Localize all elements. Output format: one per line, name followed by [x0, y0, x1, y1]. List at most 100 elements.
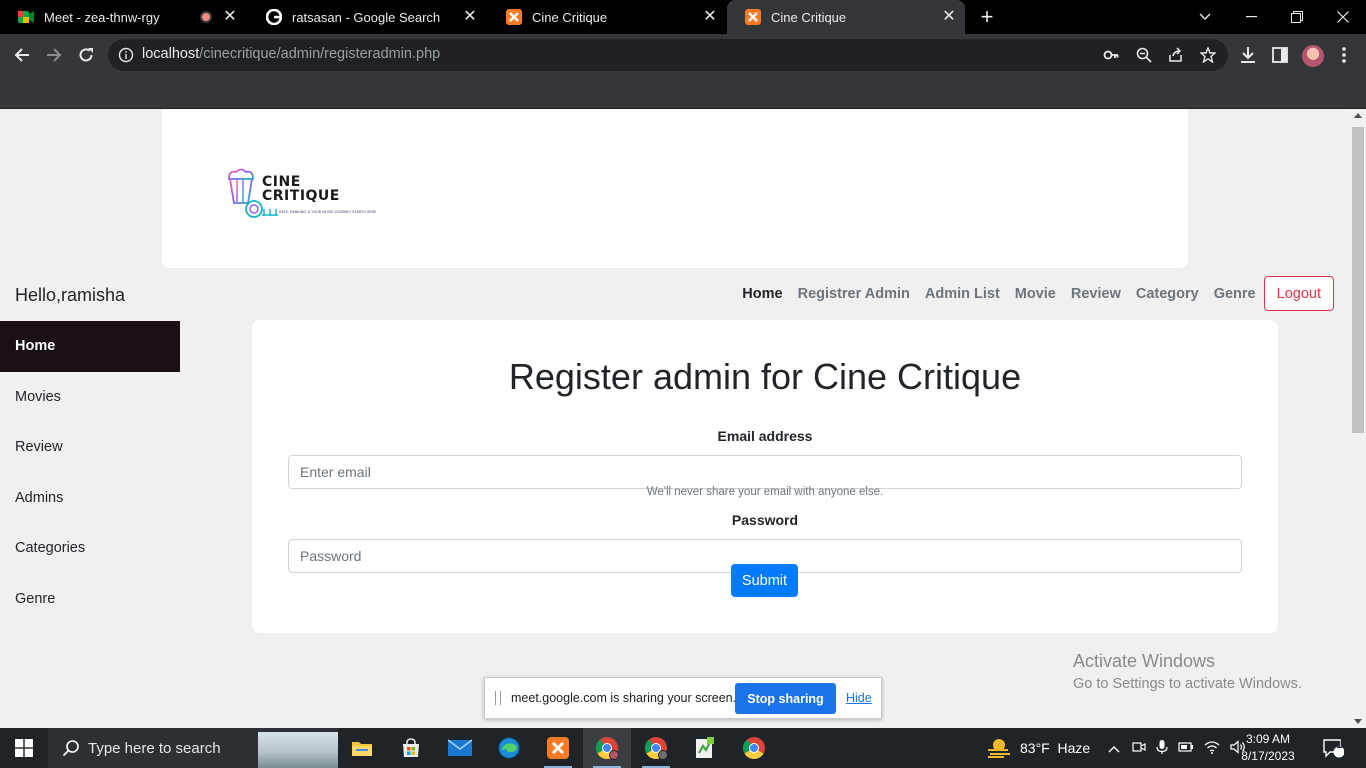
browser-toolbar: localhost/cinecritique/admin/registeradm…: [0, 34, 1366, 76]
site-info-icon[interactable]: [118, 47, 134, 63]
bookmark-star-icon[interactable]: [1199, 46, 1217, 64]
clock-date: 8/17/2023: [1241, 749, 1295, 763]
kebab-menu-icon[interactable]: [1334, 45, 1354, 65]
side-panel-icon[interactable]: [1270, 45, 1290, 65]
tab-cine-critique-1[interactable]: Cine Critique ✕: [488, 0, 726, 34]
xampp-icon: [745, 9, 761, 25]
close-tab-icon[interactable]: ✕: [702, 9, 718, 25]
taskbar-clock[interactable]: 3:09 AM 8/17/2023: [1220, 731, 1316, 765]
windows-taskbar: Type here to search 83°F Haze 3:09 AM 8/…: [0, 728, 1366, 768]
scroll-up-arrow-icon[interactable]: [1354, 113, 1362, 118]
site-header-banner: CINE CRITIQUE RATE, RANKING, & YOUR MOVI…: [162, 109, 1188, 268]
taskbar-search-placeholder: Type here to search: [88, 740, 221, 757]
tab-title: Cine Critique: [771, 9, 847, 25]
sidebar-item-admins[interactable]: Admins: [0, 473, 180, 524]
top-navigation: Home Registrer Admin Admin List Movie Re…: [727, 276, 1334, 311]
tab-search-chevron-icon[interactable]: [1182, 0, 1228, 34]
meet-camera-icon[interactable]: [1132, 740, 1146, 757]
minimize-button[interactable]: [1228, 0, 1274, 34]
restore-button[interactable]: [1274, 0, 1320, 34]
scrollbar-thumb[interactable]: [1352, 127, 1364, 433]
google-meet-icon: [18, 9, 34, 25]
notification-center-icon[interactable]: 1: [1322, 728, 1344, 768]
chrome-icon[interactable]: [730, 728, 778, 768]
greeting-text: Hello,ramisha: [15, 285, 126, 305]
tab-cine-critique-active[interactable]: Cine Critique ✕: [727, 0, 965, 34]
email-label: Email address: [717, 428, 813, 444]
zoom-icon[interactable]: [1136, 47, 1152, 63]
share-icon[interactable]: [1168, 47, 1184, 63]
nav-category[interactable]: Category: [1136, 286, 1199, 302]
forward-arrow-icon[interactable]: [42, 43, 66, 67]
nav-admin-list[interactable]: Admin List: [925, 286, 1000, 302]
drag-handle-icon[interactable]: [495, 691, 501, 705]
taskbar-search-box[interactable]: Type here to search: [48, 728, 338, 768]
close-tab-icon[interactable]: ✕: [222, 9, 238, 25]
sidebar-item-home[interactable]: Home: [0, 321, 180, 372]
sidebar-item-categories[interactable]: Categories: [0, 523, 180, 574]
battery-icon[interactable]: [1178, 740, 1194, 756]
watermark-title: Activate Windows: [1073, 651, 1216, 671]
sidebar-item-movies[interactable]: Movies: [0, 372, 180, 423]
nav-movie[interactable]: Movie: [1015, 286, 1056, 302]
microsoft-store-icon[interactable]: [387, 728, 435, 768]
edge-browser-icon[interactable]: [485, 728, 533, 768]
notepad-plus-icon[interactable]: [681, 728, 729, 768]
back-arrow-icon[interactable]: [10, 43, 34, 67]
reload-icon[interactable]: [74, 43, 98, 67]
logo-line2: CRITIQUE: [262, 188, 340, 204]
tab-google-search[interactable]: ratsasan - Google Search ✕: [248, 0, 486, 34]
close-window-button[interactable]: [1320, 0, 1366, 34]
stop-sharing-button[interactable]: Stop sharing: [735, 683, 836, 714]
logout-button[interactable]: Logout: [1263, 276, 1334, 311]
email-field[interactable]: Enter email: [288, 455, 1242, 489]
nav-review[interactable]: Review: [1071, 286, 1121, 302]
tab-title: Meet - zea-thnw-rgy: [44, 9, 160, 25]
form-title: Register admin for Cine Critique: [508, 356, 1022, 397]
weather-widget[interactable]: 83°F Haze: [986, 728, 1090, 768]
address-bar[interactable]: localhost/cinecritique/admin/registeradm…: [108, 39, 1228, 71]
url-text: localhost/cinecritique/admin/registeradm…: [142, 46, 440, 62]
nav-home[interactable]: Home: [742, 286, 782, 302]
close-tab-icon[interactable]: ✕: [462, 9, 478, 25]
cine-critique-logo[interactable]: CINE CRITIQUE RATE, RANKING, & YOUR MOVI…: [226, 167, 396, 223]
page-scrollbar[interactable]: [1350, 109, 1366, 728]
browser-tab-strip: Meet - zea-thnw-rgy ✕ ratsasan - Google …: [0, 0, 1366, 34]
submit-button[interactable]: Submit: [731, 564, 798, 597]
new-tab-button[interactable]: +: [976, 6, 998, 28]
key-icon[interactable]: [1103, 47, 1119, 63]
close-tab-icon[interactable]: ✕: [941, 9, 957, 25]
page-viewport: CINE CRITIQUE RATE, RANKING, & YOUR MOVI…: [0, 109, 1350, 728]
profile-avatar[interactable]: [1302, 45, 1324, 67]
sidebar-item-genre[interactable]: Genre: [0, 574, 180, 625]
weather-text: 83°F Haze: [1020, 740, 1091, 756]
scroll-down-arrow-icon[interactable]: [1354, 719, 1362, 724]
nav-register-admin[interactable]: Registrer Admin: [798, 286, 910, 302]
sidebar: Home Movies Review Admins Categories Gen…: [0, 321, 180, 728]
bookmarks-bar: [0, 76, 1366, 109]
tab-meet[interactable]: Meet - zea-thnw-rgy ✕: [0, 0, 246, 34]
file-explorer-icon[interactable]: [338, 728, 386, 768]
sidebar-item-review[interactable]: Review: [0, 422, 180, 473]
register-admin-form: Register admin for Cine Critique Email a…: [252, 320, 1278, 633]
chrome-profile-2-taskbar-icon[interactable]: [632, 728, 680, 768]
xampp-taskbar-icon[interactable]: [534, 728, 582, 768]
tab-title: ratsasan - Google Search: [292, 9, 441, 25]
tab-title: Cine Critique: [532, 9, 608, 25]
notification-count-badge: 1: [1336, 740, 1342, 751]
hide-share-bar-link[interactable]: Hide: [846, 691, 872, 705]
mail-icon[interactable]: [436, 728, 484, 768]
wifi-icon[interactable]: [1204, 740, 1220, 757]
logo-tagline: RATE, RANKING, & YOUR MOVIE JOURNEY STAR…: [279, 210, 377, 214]
show-hidden-icons-chevron-icon[interactable]: [1108, 740, 1120, 756]
microphone-icon[interactable]: [1156, 739, 1168, 758]
haze-weather-icon: [986, 736, 1012, 761]
password-label: Password: [731, 512, 799, 528]
windows-start-icon[interactable]: [0, 728, 48, 768]
chrome-profile-taskbar-icon[interactable]: [583, 728, 631, 768]
download-icon[interactable]: [1238, 45, 1258, 65]
watermark-subtitle: Go to Settings to activate Windows.: [1073, 676, 1302, 692]
share-status-text: meet.google.com is sharing your screen.: [511, 691, 737, 705]
email-help-text: We'll never share your email with anyone…: [646, 486, 884, 498]
nav-genre[interactable]: Genre: [1214, 286, 1256, 302]
